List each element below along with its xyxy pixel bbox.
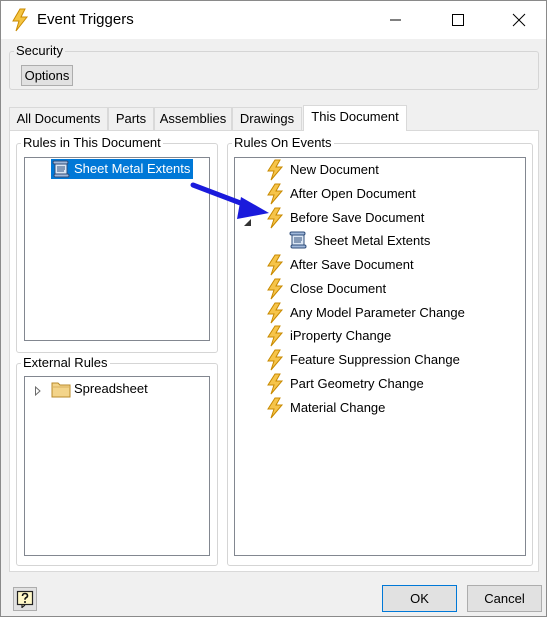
event-part-geometry-change[interactable]: Part Geometry Change <box>265 373 515 395</box>
security-group: Security <box>9 44 539 90</box>
event-label: New Document <box>290 162 379 177</box>
help-question-icon <box>16 590 34 608</box>
event-rule-sheet-metal-extents[interactable]: Sheet Metal Extents <box>289 230 489 250</box>
lightning-bolt-icon <box>265 325 285 350</box>
event-label: Close Document <box>290 281 387 296</box>
event-any-model-parameter-change[interactable]: Any Model Parameter Change <box>265 302 515 324</box>
security-legend: Security <box>16 43 63 58</box>
ok-button[interactable]: OK <box>382 585 457 612</box>
lightning-bolt-icon <box>265 397 285 422</box>
event-iproperty-change[interactable]: iProperty Change <box>265 325 515 347</box>
rules-in-document-list[interactable] <box>24 157 210 341</box>
lightning-bolt-icon <box>265 278 285 303</box>
external-rules-list[interactable] <box>24 376 210 556</box>
rule-item-sheet-metal-extents[interactable]: Sheet Metal Extents <box>51 159 193 179</box>
event-triggers-dialog: Event Triggers Security Options All Docu… <box>0 0 547 617</box>
external-rules-legend: External Rules <box>21 355 110 370</box>
event-material-change[interactable]: Material Change <box>265 397 515 419</box>
event-label: iProperty Change <box>290 328 392 343</box>
rule-scroll-icon <box>289 231 307 252</box>
maximize-icon <box>452 14 464 26</box>
event-label: Any Model Parameter Change <box>290 305 465 320</box>
minimize-icon <box>390 19 401 21</box>
lightning-bolt-icon <box>265 159 285 184</box>
lightning-bolt-icon <box>265 302 285 327</box>
event-rule-label: Sheet Metal Extents <box>314 233 431 248</box>
tab-parts[interactable]: Parts <box>108 107 154 130</box>
event-new-document[interactable]: New Document <box>265 159 515 181</box>
event-label: After Save Document <box>290 257 414 272</box>
collapse-arrow-icon[interactable] <box>243 215 252 230</box>
folder-icon <box>51 380 71 401</box>
close-button[interactable] <box>496 1 542 39</box>
lightning-bolt-icon <box>265 349 285 374</box>
event-close-document[interactable]: Close Document <box>265 278 515 300</box>
title-bar: Event Triggers <box>1 1 546 39</box>
maximize-button[interactable] <box>435 1 481 39</box>
rules-on-events-legend: Rules On Events <box>232 135 334 150</box>
external-item-spreadsheet[interactable]: Spreadsheet <box>34 379 204 399</box>
tab-all-documents[interactable]: All Documents <box>9 107 108 130</box>
external-item-label: Spreadsheet <box>74 381 148 396</box>
options-button[interactable]: Options <box>21 65 73 86</box>
tab-this-document[interactable]: This Document <box>303 105 407 131</box>
tab-assemblies[interactable]: Assemblies <box>154 107 232 130</box>
event-label: After Open Document <box>290 186 416 201</box>
event-label: Feature Suppression Change <box>290 352 460 367</box>
event-before-save-document[interactable]: Before Save Document <box>265 207 515 229</box>
event-feature-suppression-change[interactable]: Feature Suppression Change <box>265 349 515 371</box>
tab-drawings[interactable]: Drawings <box>232 107 302 130</box>
event-label: Part Geometry Change <box>290 376 424 391</box>
window-title: Event Triggers <box>37 11 134 28</box>
cancel-button[interactable]: Cancel <box>467 585 542 612</box>
help-button[interactable] <box>13 587 37 611</box>
expand-arrow-icon[interactable] <box>34 384 42 399</box>
lightning-bolt-icon <box>11 8 31 32</box>
event-label: Before Save Document <box>290 210 425 225</box>
minimize-button[interactable] <box>373 1 419 39</box>
close-icon <box>512 13 526 27</box>
lightning-bolt-icon <box>265 183 285 208</box>
event-label: Material Change <box>290 400 386 415</box>
lightning-bolt-icon <box>265 373 285 398</box>
rule-item-label: Sheet Metal Extents <box>74 161 191 176</box>
lightning-bolt-icon <box>265 254 285 279</box>
event-after-save-document[interactable]: After Save Document <box>265 254 515 276</box>
event-after-open-document[interactable]: After Open Document <box>265 183 515 205</box>
rule-scroll-icon <box>52 160 70 181</box>
rules-in-document-legend: Rules in This Document <box>21 135 163 150</box>
lightning-bolt-icon <box>265 207 285 232</box>
